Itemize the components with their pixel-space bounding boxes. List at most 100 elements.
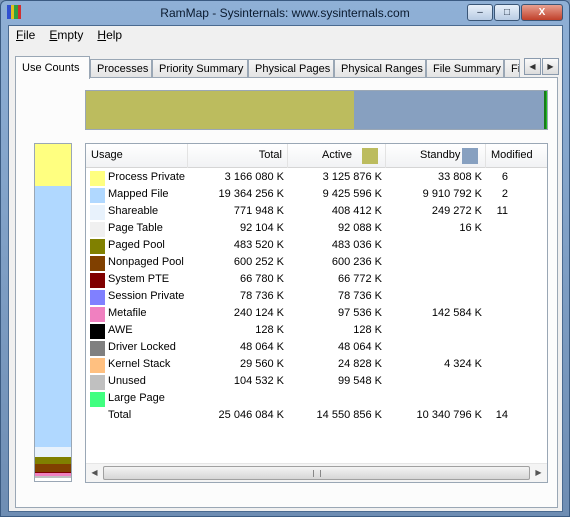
horizontal-scrollbar[interactable]: ◀ ▶ xyxy=(86,463,547,482)
standby-cell xyxy=(386,238,486,255)
standby-cell: 142 584 K xyxy=(431,307,482,319)
total-cell: 483 520 K xyxy=(233,239,284,251)
column-header-total[interactable]: Total xyxy=(188,144,288,168)
usage-color-swatch xyxy=(90,256,105,271)
table-row[interactable]: Shareable 771 948 K 408 412 K 249 272 K 11 xyxy=(86,204,547,221)
menu-help[interactable]: Help xyxy=(90,26,129,45)
total-cell xyxy=(188,391,288,408)
column-header-label: Total xyxy=(258,149,282,161)
active-cell: 24 828 K xyxy=(337,358,382,370)
active-cell: 483 036 K xyxy=(331,239,382,251)
column-color-swatch xyxy=(462,148,478,164)
table-row[interactable]: System PTE 66 780 K 66 772 K xyxy=(86,272,547,289)
tab-use-counts[interactable]: Use Counts xyxy=(15,56,90,79)
total-cell: 66 780 K xyxy=(239,273,284,285)
usage-label: Driver Locked xyxy=(108,341,176,353)
standby-cell xyxy=(386,272,486,289)
active-cell: 78 736 K xyxy=(337,290,382,302)
tab-physical-pages[interactable]: Physical Pages xyxy=(248,59,334,78)
title-bar[interactable]: RamMap - Sysinternals: www.sysinternals.… xyxy=(1,1,569,25)
table-row[interactable]: Mapped File 19 364 256 K 9 425 596 K 9 910 … xyxy=(86,187,547,204)
column-header-label: Standby xyxy=(420,149,461,161)
usage-color-swatch xyxy=(90,409,105,424)
usage-label: System PTE xyxy=(108,273,170,285)
usage-cell: AWE xyxy=(86,323,188,340)
menu-label: ile xyxy=(23,28,36,42)
table-row[interactable]: Page Table 92 104 K 92 088 K 16 K xyxy=(86,221,547,238)
usage-cell: System PTE xyxy=(86,272,188,289)
tab-file-summary[interactable]: File Summary xyxy=(426,59,504,78)
column-header-usage[interactable]: Usage xyxy=(86,144,188,168)
usage-cell: Shareable xyxy=(86,204,188,221)
column-header-modified[interactable]: Modified xyxy=(486,144,547,168)
usage-label: AWE xyxy=(108,324,133,336)
column-header-active[interactable]: Active xyxy=(288,144,386,168)
modified-cell xyxy=(486,306,512,323)
modified-cell: 11 xyxy=(496,205,508,217)
standby-cell: 33 808 K xyxy=(437,171,482,183)
use-counts-panel: Usage Total Active Standby Modified Process … xyxy=(15,77,558,508)
usage-label: Unused xyxy=(108,375,146,387)
column-header-standby[interactable]: Standby xyxy=(386,144,486,168)
column-color-swatch xyxy=(362,148,378,164)
tab-physical-ranges[interactable]: Physical Ranges xyxy=(334,59,426,78)
table-row[interactable]: Unused 104 532 K 99 548 K xyxy=(86,374,547,391)
table-row[interactable]: Kernel Stack 29 560 K 24 828 K 4 324 K xyxy=(86,357,547,374)
tab-priority-summary[interactable]: Priority Summary xyxy=(152,59,248,78)
standby-cell xyxy=(386,255,486,272)
total-cell: 771 948 K xyxy=(233,205,284,217)
list-rows: Process Private 3 166 080 K 3 125 876 K 33 … xyxy=(86,170,547,425)
tab-processes[interactable]: Processes xyxy=(90,59,152,78)
scroll-left-arrow-icon[interactable]: ◀ xyxy=(86,464,103,482)
usage-cell: Nonpaged Pool xyxy=(86,255,188,272)
active-cell: 48 064 K xyxy=(337,341,382,353)
menu-file[interactable]: File xyxy=(9,26,42,45)
table-row[interactable]: Large Page xyxy=(86,391,547,408)
active-cell: 128 K xyxy=(353,324,382,336)
table-row[interactable]: Total 25 046 084 K 14 550 856 K 10 340 796 … xyxy=(86,408,547,425)
usage-label: Mapped File xyxy=(108,188,169,200)
menu-label: elp xyxy=(106,28,123,42)
minimize-button[interactable]: – xyxy=(467,4,493,21)
usage-color-swatch xyxy=(90,171,105,186)
active-cell: 92 088 K xyxy=(337,222,382,234)
active-cell: 66 772 K xyxy=(337,273,382,285)
total-cell: 48 064 K xyxy=(239,341,284,353)
rammap-window: RamMap - Sysinternals: www.sysinternals.… xyxy=(0,0,570,517)
modified-cell xyxy=(486,255,512,272)
table-row[interactable]: AWE 128 K 128 K xyxy=(86,323,547,340)
active-cell xyxy=(288,391,386,408)
usage-cell: Process Private xyxy=(86,170,188,187)
usage-label: Kernel Stack xyxy=(108,358,171,370)
usage-cell: Unused xyxy=(86,374,188,391)
usage-color-swatch xyxy=(90,324,105,339)
standby-cell: 10 340 796 K xyxy=(416,409,482,421)
modified-cell xyxy=(486,272,512,289)
scrollbar-thumb[interactable] xyxy=(103,466,530,480)
menu-empty[interactable]: Empty xyxy=(42,26,90,45)
table-row[interactable]: Nonpaged Pool 600 252 K 600 236 K xyxy=(86,255,547,272)
usage-color-swatch xyxy=(90,273,105,288)
table-row[interactable]: Metafile 240 124 K 97 536 K 142 584 K xyxy=(86,306,547,323)
usage-color-swatch xyxy=(90,290,105,305)
tab-fil[interactable]: Fil xyxy=(504,59,520,78)
tab-strip: Use Counts Processes Priority Summary Physi… xyxy=(15,56,560,79)
menu-bar: File Empty Help xyxy=(9,26,562,45)
table-row[interactable]: Driver Locked 48 064 K 48 064 K xyxy=(86,340,547,357)
maximize-button[interactable]: □ xyxy=(494,4,520,21)
scroll-right-arrow-icon[interactable]: ▶ xyxy=(530,464,547,482)
usage-cell: Page Table xyxy=(86,221,188,238)
table-row[interactable]: Paged Pool 483 520 K 483 036 K xyxy=(86,238,547,255)
use-counts-list[interactable]: Usage Total Active Standby Modified Process … xyxy=(85,143,548,483)
close-button[interactable]: X xyxy=(521,4,563,21)
total-cell: 240 124 K xyxy=(233,307,284,319)
usage-label: Metafile xyxy=(108,307,147,319)
usage-label: Total xyxy=(108,409,132,421)
usage-cell: Metafile xyxy=(86,306,188,323)
active-cell: 97 536 K xyxy=(337,307,382,319)
usage-cell: Paged Pool xyxy=(86,238,188,255)
tab-scroll-right-icon[interactable]: ▶ xyxy=(542,58,559,75)
tab-scroll-left-icon[interactable]: ◀ xyxy=(524,58,541,75)
table-row[interactable]: Session Private 78 736 K 78 736 K xyxy=(86,289,547,306)
table-row[interactable]: Process Private 3 166 080 K 3 125 876 K 33 … xyxy=(86,170,547,187)
